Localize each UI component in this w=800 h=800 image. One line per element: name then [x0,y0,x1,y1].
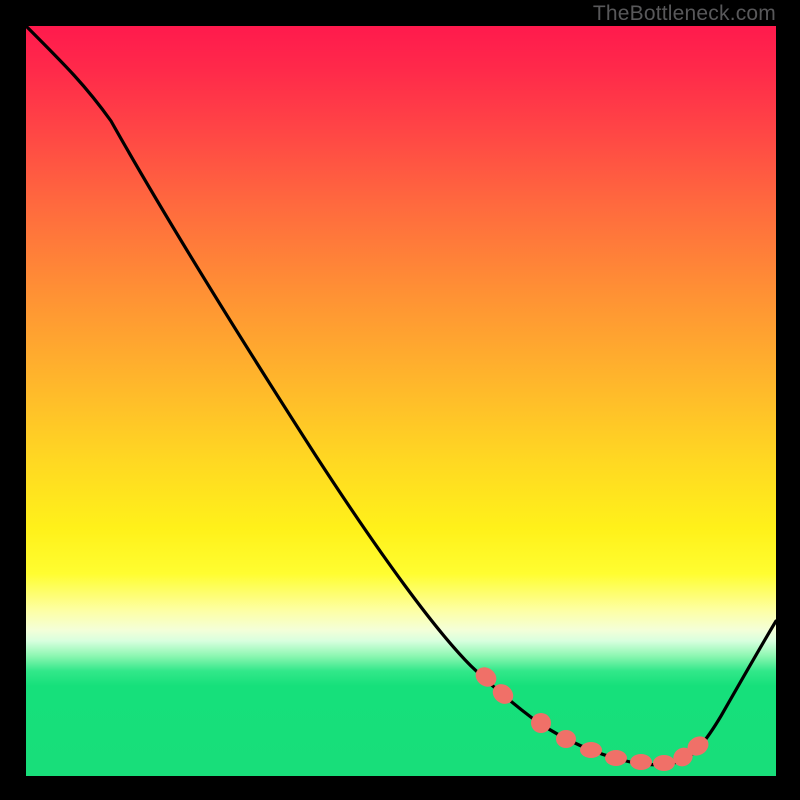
watermark-text: TheBottleneck.com [593,2,776,26]
plot-area [26,26,776,776]
highlight-markers [472,663,712,771]
chart-frame: TheBottleneck.com [0,0,800,800]
bottleneck-curve [26,26,776,776]
curve-path [26,26,776,765]
